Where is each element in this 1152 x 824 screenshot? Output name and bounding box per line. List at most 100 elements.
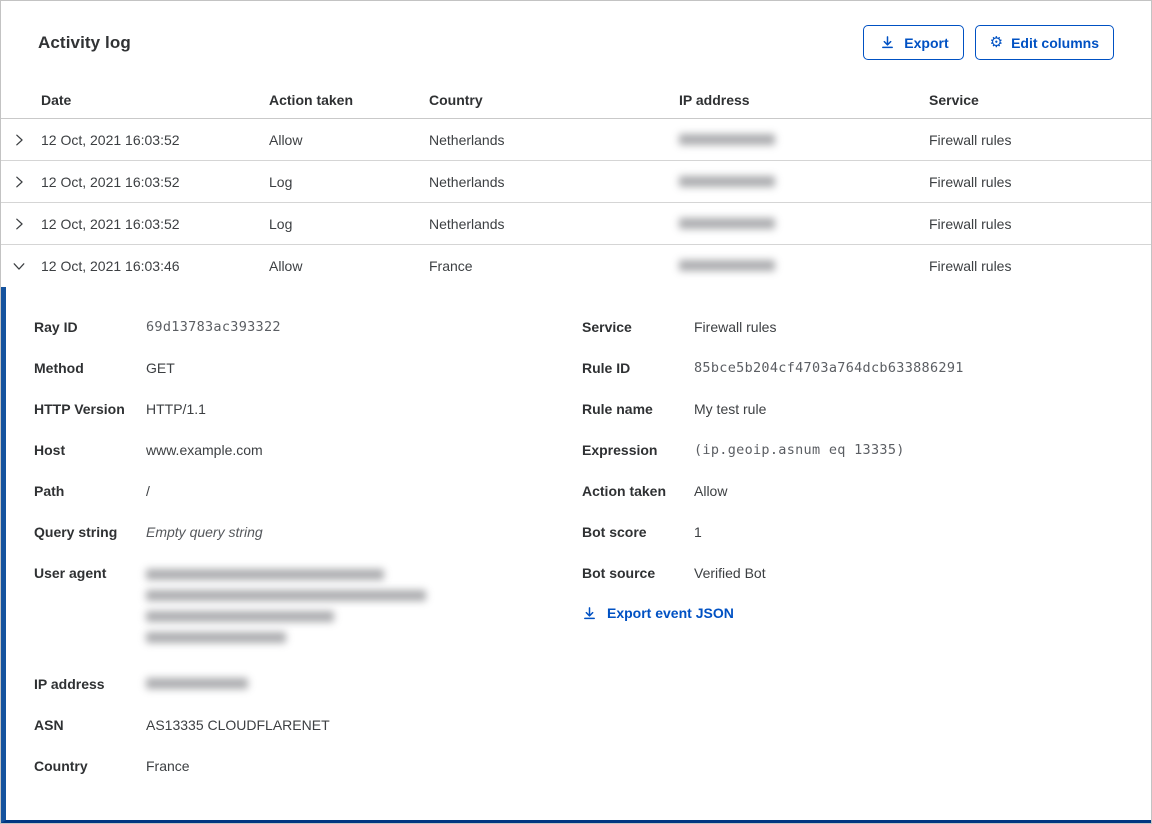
- detail-label: Action taken: [582, 483, 667, 499]
- detail-label: User agent: [34, 565, 107, 581]
- row-date: 12 Oct, 2021 16:03:52: [41, 173, 180, 190]
- row-date: 12 Oct, 2021 16:03:46: [41, 258, 180, 274]
- redacted-ip-value: [679, 260, 775, 271]
- redacted-ip-value: [679, 133, 775, 145]
- table-body: 12 Oct, 2021 16:03:52 Allow Netherlands …: [1, 119, 1151, 287]
- activity-log-page: Activity log Export ⚙ Edit columns Date …: [0, 0, 1152, 824]
- export-event-json-label: Export event JSON: [607, 605, 734, 621]
- redacted-ip-value: [146, 678, 248, 689]
- table-header-row: Date Action taken Country IP address Ser…: [1, 82, 1151, 119]
- topbar: Activity log Export ⚙ Edit columns: [1, 1, 1151, 82]
- detail-row: Bot score 1: [582, 522, 1151, 542]
- row-country: Netherlands: [429, 215, 505, 232]
- detail-value: My test rule: [694, 401, 767, 417]
- detail-row: Rule name My test rule: [582, 399, 1151, 419]
- gear-icon: ⚙: [989, 34, 1004, 51]
- column-header-service: Service: [929, 92, 979, 108]
- detail-label: Bot source: [582, 565, 656, 581]
- column-header-action-taken: Action taken: [269, 92, 354, 108]
- detail-label: Query string: [34, 524, 118, 540]
- row-service: Firewall rules: [929, 173, 1012, 190]
- redacted-ip-value: [679, 175, 775, 187]
- table-row[interactable]: 12 Oct, 2021 16:03:52 Log Netherlands Fi…: [1, 203, 1151, 245]
- edit-columns-button[interactable]: ⚙ Edit columns: [974, 25, 1114, 60]
- detail-value: Firewall rules: [694, 319, 777, 335]
- detail-value: GET: [146, 360, 175, 376]
- detail-value: AS13335 CLOUDFLARENET: [146, 717, 330, 733]
- detail-label: Expression: [582, 442, 658, 458]
- activity-table: Date Action taken Country IP address Ser…: [1, 82, 1151, 287]
- download-icon: [878, 34, 896, 52]
- detail-label: ASN: [34, 717, 64, 733]
- row-ip-address: [679, 216, 929, 232]
- export-button-label: Export: [904, 34, 949, 51]
- detail-value: France: [146, 758, 190, 774]
- row-service: Firewall rules: [929, 215, 1012, 232]
- table-row[interactable]: 12 Oct, 2021 16:03:52 Allow Netherlands …: [1, 119, 1151, 161]
- export-event-json-link[interactable]: Export event JSON: [582, 605, 734, 621]
- detail-row: Action taken Allow: [582, 481, 1151, 501]
- detail-left-column: Ray ID 69d13783ac393322 Method GET HTTP …: [34, 317, 582, 797]
- detail-value: /: [146, 483, 150, 499]
- row-country: Netherlands: [429, 173, 505, 190]
- chevron-down-icon[interactable]: [10, 257, 28, 275]
- detail-row: HTTP Version HTTP/1.1: [34, 399, 582, 419]
- detail-label: Method: [34, 360, 84, 376]
- chevron-right-icon[interactable]: [10, 131, 28, 149]
- detail-label: IP address: [34, 676, 105, 692]
- detail-value: Allow: [694, 483, 728, 499]
- detail-label: Country: [34, 758, 88, 774]
- detail-label: Ray ID: [34, 319, 78, 335]
- row-country: Netherlands: [429, 131, 505, 148]
- row-service: Firewall rules: [929, 131, 1012, 148]
- row-action-taken: Log: [269, 215, 293, 232]
- detail-value: HTTP/1.1: [146, 401, 206, 417]
- download-icon: [582, 606, 597, 621]
- detail-value: [146, 674, 446, 694]
- column-header-ip-address: IP address: [679, 92, 750, 108]
- detail-row: Host www.example.com: [34, 440, 582, 460]
- detail-label: Bot score: [582, 524, 647, 540]
- detail-label: Path: [34, 483, 65, 499]
- redacted-user-agent-line: [146, 569, 384, 580]
- detail-value: Empty query string: [146, 524, 263, 540]
- edit-columns-button-label: Edit columns: [1011, 34, 1099, 51]
- row-ip-address: [679, 174, 929, 190]
- detail-value: Verified Bot: [694, 565, 766, 581]
- detail-value: 85bce5b204cf4703a764dcb633886291: [694, 360, 964, 376]
- detail-row: IP address: [34, 674, 582, 694]
- row-date: 12 Oct, 2021 16:03:52: [41, 215, 180, 232]
- row-ip-address: [679, 132, 929, 148]
- detail-label: Rule name: [582, 401, 653, 417]
- row-country: France: [429, 258, 473, 274]
- detail-row: Bot source Verified Bot: [582, 563, 1151, 583]
- export-button[interactable]: Export: [863, 25, 964, 60]
- detail-row: Path /: [34, 481, 582, 501]
- detail-label: HTTP Version: [34, 401, 125, 417]
- row-ip-address: [679, 258, 929, 274]
- detail-value: 1: [694, 524, 702, 540]
- detail-row: Country France: [34, 756, 582, 776]
- column-header-date: Date: [41, 92, 72, 108]
- detail-label: Rule ID: [582, 360, 631, 376]
- redacted-user-agent-line: [146, 632, 286, 643]
- detail-row: User agent: [34, 563, 582, 653]
- redacted-user-agent-line: [146, 611, 334, 622]
- row-date: 12 Oct, 2021 16:03:52: [41, 131, 180, 148]
- row-action-taken: Allow: [269, 131, 303, 148]
- detail-value: www.example.com: [146, 442, 263, 458]
- detail-row: ASN AS13335 CLOUDFLARENET: [34, 715, 582, 735]
- chevron-right-icon[interactable]: [10, 215, 28, 233]
- table-row[interactable]: 12 Oct, 2021 16:03:46 Allow France Firew…: [1, 245, 1151, 287]
- detail-value: [146, 563, 446, 653]
- chevron-right-icon[interactable]: [10, 173, 28, 191]
- detail-row: Query string Empty query string: [34, 522, 582, 542]
- redacted-ip-value: [679, 217, 775, 229]
- detail-right-column: Service Firewall rules Rule ID 85bce5b20…: [582, 317, 1151, 626]
- detail-row: Ray ID 69d13783ac393322: [34, 317, 582, 337]
- row-service: Firewall rules: [929, 258, 1012, 274]
- table-row[interactable]: 12 Oct, 2021 16:03:52 Log Netherlands Fi…: [1, 161, 1151, 203]
- toolbar: Export ⚙ Edit columns: [863, 25, 1114, 60]
- detail-value: 69d13783ac393322: [146, 319, 281, 335]
- detail-row: Method GET: [34, 358, 582, 378]
